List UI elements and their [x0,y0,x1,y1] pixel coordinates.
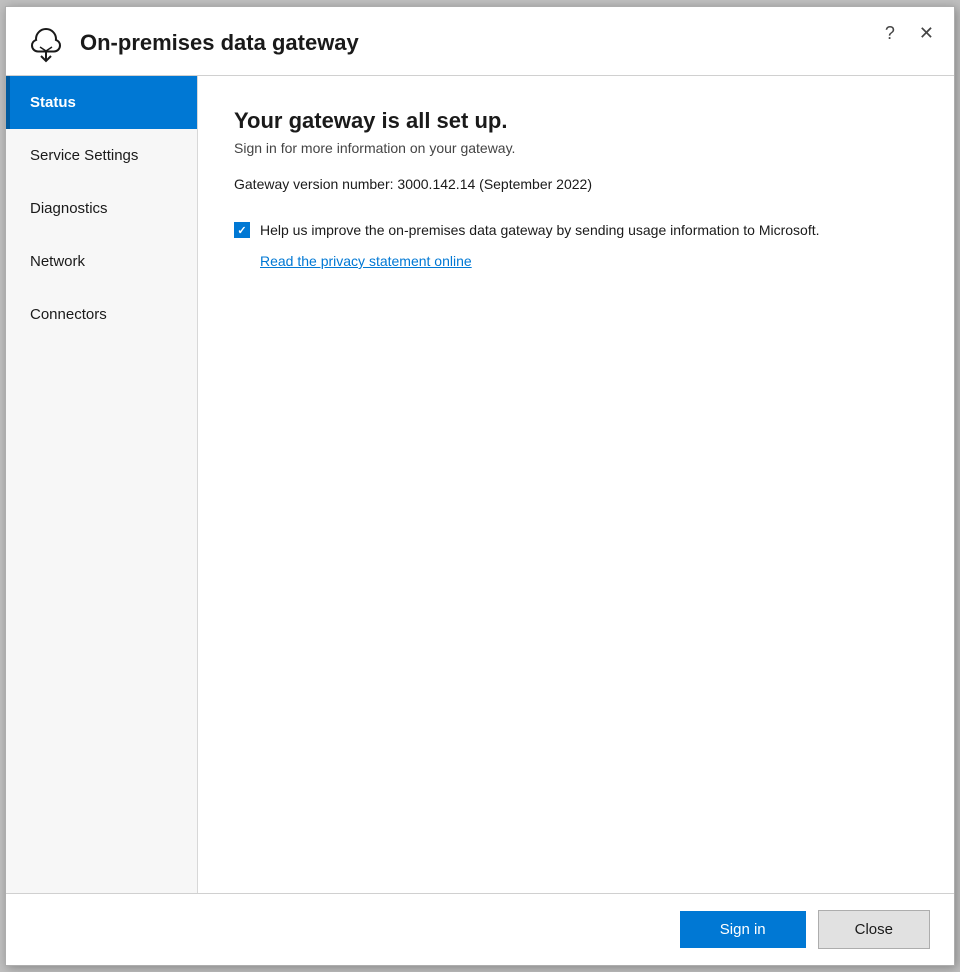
footer: Sign in Close [6,893,954,965]
sidebar-item-connectors[interactable]: Connectors [6,288,197,341]
signin-button[interactable]: Sign in [680,911,806,948]
close-footer-button[interactable]: Close [818,910,930,949]
title-bar: On-premises data gateway ? ✕ [6,7,954,75]
sidebar-item-diagnostics[interactable]: Diagnostics [6,182,197,235]
sidebar: Status Service Settings Diagnostics Netw… [6,76,198,893]
content-subtitle: Sign in for more information on your gat… [234,140,918,156]
content-title: Your gateway is all set up. [234,108,918,134]
help-button[interactable]: ? [881,21,899,46]
main-content: Status Service Settings Diagnostics Netw… [6,76,954,893]
privacy-link[interactable]: Read the privacy statement online [260,253,472,269]
content-area: Your gateway is all set up. Sign in for … [198,76,954,893]
checkbox-label: Help us improve the on-premises data gat… [260,220,820,241]
version-text: Gateway version number: 3000.142.14 (Sep… [234,176,918,192]
title-bar-controls: ? ✕ [881,21,938,46]
app-title: On-premises data gateway [80,30,359,56]
usage-checkbox[interactable] [234,222,250,238]
sidebar-item-network[interactable]: Network [6,235,197,288]
checkbox-icon[interactable] [234,222,250,238]
usage-checkbox-row: Help us improve the on-premises data gat… [234,220,918,241]
sidebar-item-service-settings[interactable]: Service Settings [6,129,197,182]
app-window: On-premises data gateway ? ✕ Status Serv… [5,6,955,966]
close-button[interactable]: ✕ [915,21,938,46]
app-icon [26,23,66,63]
sidebar-item-status[interactable]: Status [6,76,197,129]
